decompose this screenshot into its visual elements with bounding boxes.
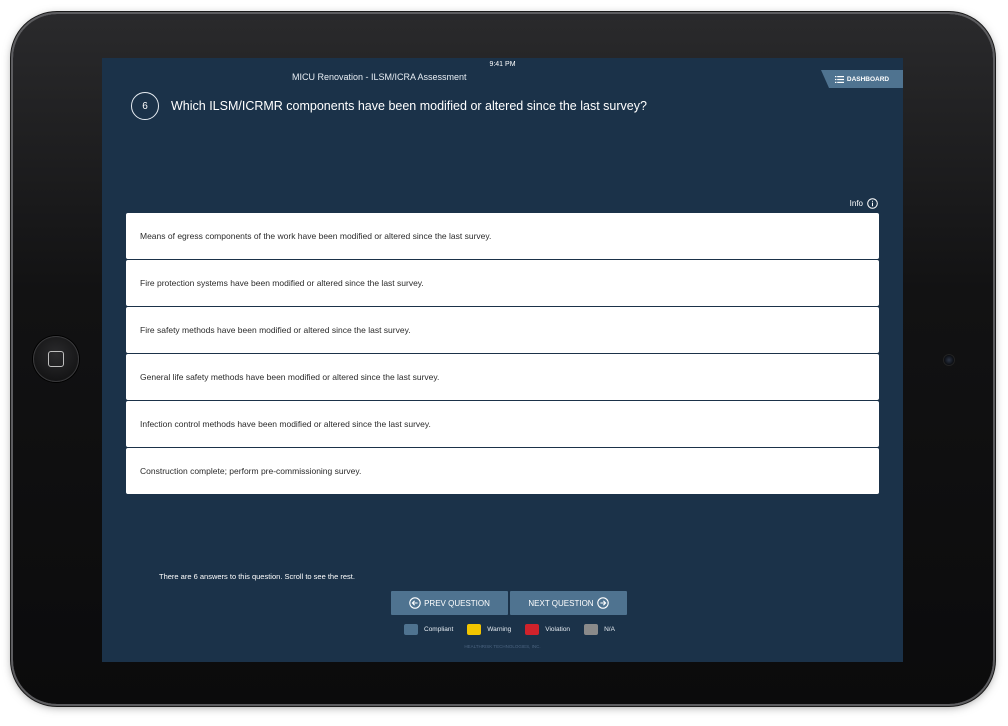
answer-text: General life safety methods have been mo…	[140, 372, 440, 382]
question-number-badge: 6	[131, 92, 159, 120]
question-text: Which ILSM/ICRMR components have been mo…	[171, 99, 647, 113]
answer-list: Means of egress components of the work h…	[126, 213, 879, 495]
answer-option[interactable]: Fire protection systems have been modifi…	[126, 260, 879, 306]
legend-label: N/A	[604, 626, 615, 633]
dashboard-label: DASHBOARD	[846, 75, 890, 83]
arrow-right-circle-icon	[596, 597, 609, 609]
status-bar-time: 9:41 PM	[489, 61, 516, 68]
answer-option[interactable]: Fire safety methods have been modified o…	[126, 307, 879, 353]
legend-swatch	[467, 624, 482, 635]
home-square-icon	[48, 351, 64, 367]
app-screen: 9:41 PM MICU Renovation - ILSM/ICRA Asse…	[102, 58, 903, 662]
scroll-hint: There are 6 answers to this question. Sc…	[159, 572, 355, 581]
assessment-title: MICU Renovation - ILSM/ICRA Assessment	[292, 72, 467, 82]
status-legend: Compliant Warning Violation N/A	[404, 624, 623, 635]
next-question-button[interactable]: NEXT QUESTION	[510, 591, 627, 615]
list-icon	[834, 75, 844, 83]
answer-text: Fire protection systems have been modifi…	[140, 278, 424, 288]
legend-item-violation: Violation	[525, 624, 570, 635]
camera-icon	[944, 355, 954, 365]
info-button[interactable]: Info	[850, 198, 878, 209]
next-question-label: NEXT QUESTION	[528, 598, 594, 608]
prev-question-button[interactable]: PREV QUESTION	[391, 591, 508, 615]
dashboard-button[interactable]: DASHBOARD	[821, 70, 903, 88]
legend-item-compliant: Compliant	[404, 624, 453, 635]
legend-swatch	[404, 624, 418, 635]
info-icon	[867, 198, 878, 209]
answer-text: Fire safety methods have been modified o…	[140, 325, 411, 335]
info-label: Info	[849, 199, 863, 208]
answer-option[interactable]: Infection control methods have been modi…	[126, 401, 879, 447]
home-button[interactable]	[33, 336, 79, 382]
legend-swatch	[584, 624, 599, 635]
answer-text: Construction complete; perform pre-commi…	[140, 466, 362, 476]
answer-text: Means of egress components of the work h…	[140, 231, 492, 241]
answer-text: Infection control methods have been modi…	[140, 419, 431, 429]
legend-label: Violation	[545, 626, 571, 633]
prev-question-label: PREV QUESTION	[424, 598, 490, 608]
legend-swatch	[525, 624, 540, 635]
arrow-left-circle-icon	[409, 597, 421, 609]
legend-item-na: N/A	[584, 624, 615, 635]
legend-label: Compliant	[424, 626, 454, 633]
answer-option[interactable]: Construction complete; perform pre-commi…	[126, 448, 879, 494]
footer-company: HEALTHRISK TECHNOLOGIES, INC.	[464, 644, 541, 649]
legend-label: Warning	[487, 626, 512, 633]
legend-item-warning: Warning	[467, 624, 511, 635]
tablet-frame: 9:41 PM MICU Renovation - ILSM/ICRA Asse…	[13, 14, 993, 704]
answer-option[interactable]: General life safety methods have been mo…	[126, 354, 879, 400]
answer-option[interactable]: Means of egress components of the work h…	[126, 213, 879, 259]
